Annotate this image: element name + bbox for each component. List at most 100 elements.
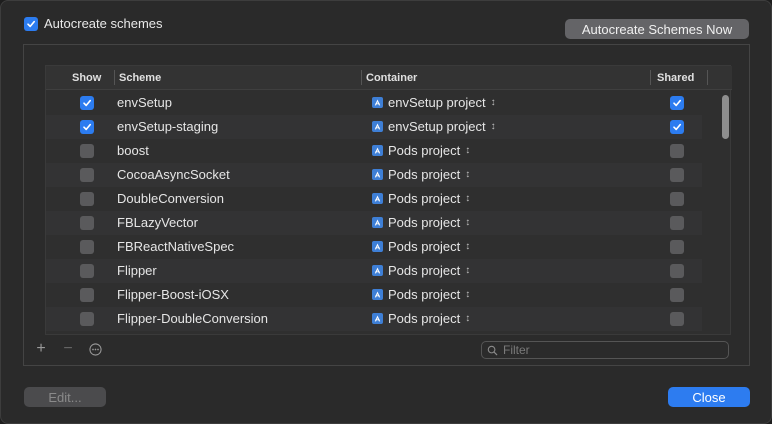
header-shared[interactable]: Shared [657, 72, 694, 84]
chevron-up-down-icon: ↕ [465, 216, 471, 228]
scroll-thumb[interactable] [722, 95, 729, 139]
table-scrollbar[interactable] [722, 93, 730, 333]
show-checkbox[interactable] [80, 288, 94, 302]
show-checkbox[interactable] [80, 96, 94, 110]
container-popup[interactable]: Pods project ↕ [372, 143, 470, 158]
shared-checkbox[interactable] [670, 96, 684, 110]
container-label: Pods project [388, 167, 461, 182]
scheme-name: FBReactNativeSpec [117, 239, 235, 254]
shared-checkbox[interactable] [670, 288, 684, 302]
schemes-panel: Show Scheme Container Shared envSetup env… [23, 44, 750, 366]
container-popup[interactable]: Pods project ↕ [372, 311, 470, 326]
show-checkbox[interactable] [80, 216, 94, 230]
header-scheme[interactable]: Scheme [119, 72, 161, 84]
chevron-up-down-icon: ↕ [465, 288, 471, 300]
ellipsis-circle-icon [88, 342, 102, 356]
xcode-project-icon [372, 241, 383, 252]
container-popup[interactable]: envSetup project ↕ [372, 95, 496, 110]
container-label: Pods project [388, 311, 461, 326]
shared-checkbox[interactable] [670, 264, 684, 278]
xcode-project-icon [372, 265, 383, 276]
autocreate-schemes-toggle[interactable]: Autocreate schemes [24, 16, 163, 31]
chevron-up-down-icon: ↕ [465, 168, 471, 180]
scheme-name: boost [117, 143, 149, 158]
filter-field[interactable] [481, 341, 729, 359]
more-options-button[interactable] [88, 342, 102, 356]
show-checkbox[interactable] [80, 264, 94, 278]
shared-checkbox[interactable] [670, 120, 684, 134]
table-row[interactable]: FBReactNativeSpec Pods project ↕ [46, 235, 702, 259]
autocreate-checkbox[interactable] [24, 16, 38, 31]
table-row[interactable]: boost Pods project ↕ [46, 139, 702, 163]
table-row[interactable]: DoubleConversion Pods project ↕ [46, 187, 702, 211]
scheme-name: envSetup [117, 95, 172, 110]
xcode-project-icon [372, 289, 383, 300]
header-separator [361, 70, 362, 85]
table-row[interactable]: FBLazyVector Pods project ↕ [46, 211, 702, 235]
show-checkbox[interactable] [80, 120, 94, 134]
edit-button[interactable]: Edit... [24, 387, 106, 407]
header-container[interactable]: Container [366, 72, 417, 84]
xcode-project-icon [372, 169, 383, 180]
container-popup[interactable]: Pods project ↕ [372, 191, 470, 206]
container-popup[interactable]: Pods project ↕ [372, 167, 470, 182]
search-icon [487, 345, 498, 355]
autocreate-label: Autocreate schemes [44, 16, 163, 31]
chevron-up-down-icon: ↕ [465, 192, 471, 204]
scheme-name: FBLazyVector [117, 215, 198, 230]
chevron-up-down-icon: ↕ [465, 312, 471, 324]
container-label: Pods project [388, 239, 461, 254]
xcode-project-icon [372, 217, 383, 228]
show-checkbox[interactable] [80, 144, 94, 158]
container-popup[interactable]: envSetup project ↕ [372, 119, 496, 134]
container-popup[interactable]: Pods project ↕ [372, 239, 470, 254]
filter-input[interactable] [503, 343, 723, 357]
scheme-name: Flipper [117, 263, 157, 278]
xcode-project-icon [372, 145, 383, 156]
shared-checkbox[interactable] [670, 168, 684, 182]
table-body: envSetup envSetup project ↕ envSetup-stagin… [46, 91, 702, 335]
remove-scheme-button[interactable]: − [61, 340, 75, 357]
container-label: Pods project [388, 287, 461, 302]
container-label: Pods project [388, 191, 461, 206]
container-popup[interactable]: Pods project ↕ [372, 287, 470, 302]
chevron-up-down-icon: ↕ [490, 120, 496, 132]
chevron-up-down-icon: ↕ [465, 240, 471, 252]
table-tools: + − [34, 340, 102, 357]
scheme-name: DoubleConversion [117, 191, 224, 206]
scheme-name: CocoaAsyncSocket [117, 167, 230, 182]
table-row[interactable]: envSetup envSetup project ↕ [46, 91, 702, 115]
close-button[interactable]: Close [668, 387, 750, 407]
autocreate-schemes-now-button[interactable]: Autocreate Schemes Now [565, 19, 749, 39]
show-checkbox[interactable] [80, 240, 94, 254]
scheme-name: Flipper-Boost-iOSX [117, 287, 229, 302]
table-row[interactable]: envSetup-staging envSetup project ↕ [46, 115, 702, 139]
manage-schemes-sheet: Autocreate schemes Autocreate Schemes No… [0, 0, 772, 424]
table-row[interactable]: Flipper Pods project ↕ [46, 259, 702, 283]
table-header: Show Scheme Container Shared [46, 66, 732, 90]
table-row[interactable]: CocoaAsyncSocket Pods project ↕ [46, 163, 702, 187]
shared-checkbox[interactable] [670, 240, 684, 254]
shared-checkbox[interactable] [670, 216, 684, 230]
header-show[interactable]: Show [72, 72, 101, 84]
xcode-project-icon [372, 97, 383, 108]
scheme-name: Flipper-DoubleConversion [117, 311, 269, 326]
add-scheme-button[interactable]: + [34, 340, 48, 357]
show-checkbox[interactable] [80, 192, 94, 206]
container-popup[interactable]: Pods project ↕ [372, 263, 470, 278]
chevron-up-down-icon: ↕ [465, 144, 471, 156]
table-row[interactable]: Flipper-Boost-iOSX Pods project ↕ [46, 283, 702, 307]
table-row[interactable]: Flipper-DoubleConversion Pods project ↕ [46, 307, 702, 331]
container-label: Pods project [388, 215, 461, 230]
header-separator [650, 70, 651, 85]
chevron-up-down-icon: ↕ [465, 264, 471, 276]
xcode-project-icon [372, 313, 383, 324]
shared-checkbox[interactable] [670, 192, 684, 206]
container-label: Pods project [388, 263, 461, 278]
show-checkbox[interactable] [80, 312, 94, 326]
show-checkbox[interactable] [80, 168, 94, 182]
shared-checkbox[interactable] [670, 312, 684, 326]
shared-checkbox[interactable] [670, 144, 684, 158]
container-label: Pods project [388, 143, 461, 158]
container-popup[interactable]: Pods project ↕ [372, 215, 470, 230]
